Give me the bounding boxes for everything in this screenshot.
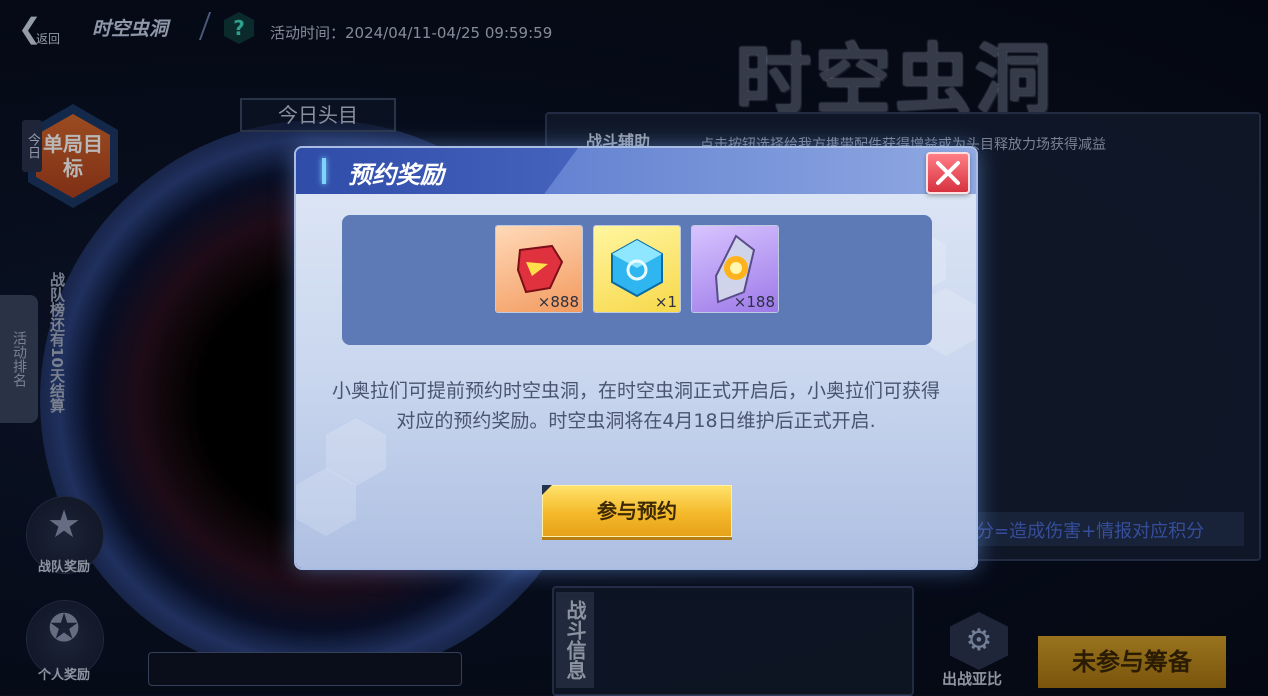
reward-quantity: ×188 — [733, 293, 775, 311]
reward-quantity: ×888 — [537, 293, 579, 311]
join-reservation-button[interactable]: 参与预约 — [542, 485, 732, 537]
reward-item[interactable]: ×888 — [496, 226, 582, 312]
reward-quantity: ×1 — [654, 293, 677, 311]
reservation-description: 小奥拉们可提前预约时空虫洞，在时空虫洞正式开启后，小奥拉们可获得对应的预约奖励。… — [332, 380, 941, 432]
button-corner-decoration — [542, 485, 552, 495]
close-icon[interactable] — [934, 159, 962, 187]
reward-item[interactable]: ×188 — [692, 226, 778, 312]
modal-title: 预约奖励 — [348, 161, 444, 189]
title-accent-bar — [322, 158, 326, 184]
reservation-reward-modal: 预约奖励 ×888 ×1 ×188 小奥拉们可提前预约时空虫洞，在时空虫洞正式开… — [296, 148, 976, 568]
reward-item[interactable]: ×1 — [594, 226, 680, 312]
close-button[interactable] — [926, 152, 970, 194]
